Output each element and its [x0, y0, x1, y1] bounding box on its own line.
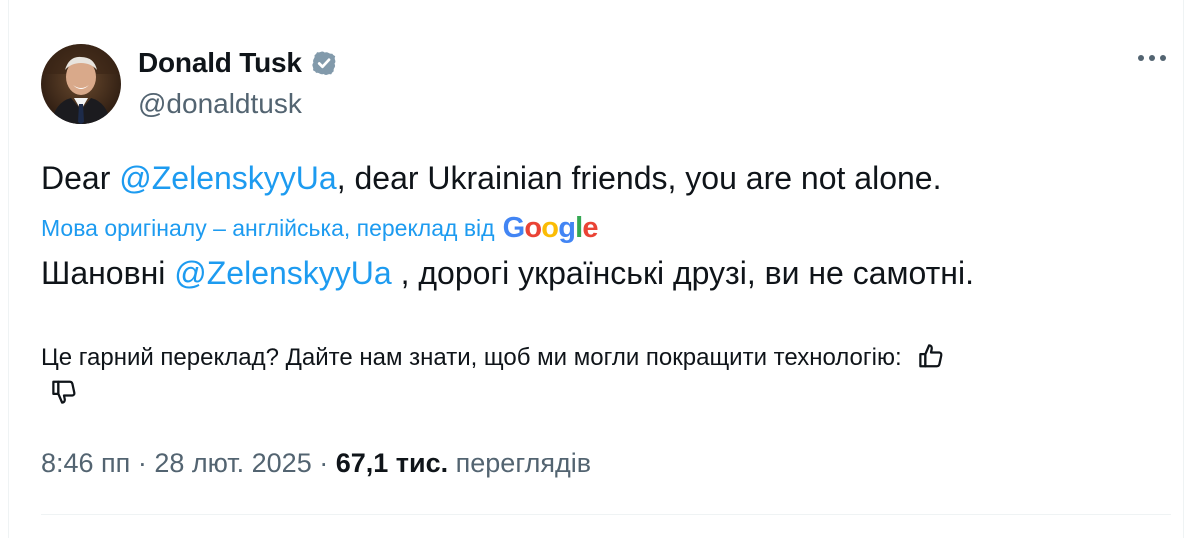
translation-source-label[interactable]: Мова оригіналу – англійська, переклад ві…	[41, 215, 495, 242]
views-count[interactable]: 67,1 тис.	[336, 448, 448, 478]
mention-link[interactable]: @ZelenskyyUa	[119, 160, 336, 196]
translated-text-part: , дорогі українські друзі, ви не самотні…	[391, 255, 974, 291]
thumbs-down-icon[interactable]	[49, 377, 79, 407]
tweet-text: Dear @ZelenskyyUa, dear Ukrainian friend…	[41, 158, 941, 198]
tweet-text-part: , dear Ukrainian friends, you are not al…	[336, 160, 942, 196]
verified-badge-icon[interactable]	[309, 48, 339, 78]
more-dots-icon[interactable]	[1138, 55, 1166, 61]
tweet-time[interactable]: 8:46 пп	[41, 448, 130, 478]
author-name-row[interactable]: Donald Tusk	[138, 47, 339, 79]
tweet-date[interactable]: 28 лют. 2025	[154, 448, 311, 478]
author-avatar[interactable]	[41, 44, 121, 124]
google-logo: Google	[502, 212, 599, 244]
meta-separator: ·	[137, 448, 147, 478]
translation-feedback: Це гарний переклад? Дайте нам знати, щоб…	[41, 340, 1151, 412]
author-handle[interactable]: @donaldtusk	[138, 88, 302, 120]
tweet-meta: 8:46 пп · 28 лют. 2025 · 67,1 тис. перег…	[41, 447, 591, 479]
tweet-text-part: Dear	[41, 160, 120, 196]
translated-mention-link[interactable]: @ZelenskyyUa	[174, 255, 391, 291]
views-label[interactable]: переглядів	[456, 448, 591, 478]
feedback-question: Це гарний переклад? Дайте нам знати, щоб…	[41, 344, 902, 371]
thumbs-up-icon[interactable]	[916, 341, 946, 371]
meta-separator: ·	[319, 448, 329, 478]
avatar-photo	[41, 44, 121, 124]
translation-source[interactable]: Мова оригіналу – англійська, переклад ві…	[41, 212, 599, 245]
translated-text: Шановні @ZelenskyyUa , дорогі українські…	[41, 253, 974, 293]
previous-item-remnant	[177, 0, 237, 2]
divider	[41, 514, 1171, 515]
translated-text-part: Шановні	[41, 255, 175, 291]
author-display-name[interactable]: Donald Tusk	[138, 47, 302, 79]
